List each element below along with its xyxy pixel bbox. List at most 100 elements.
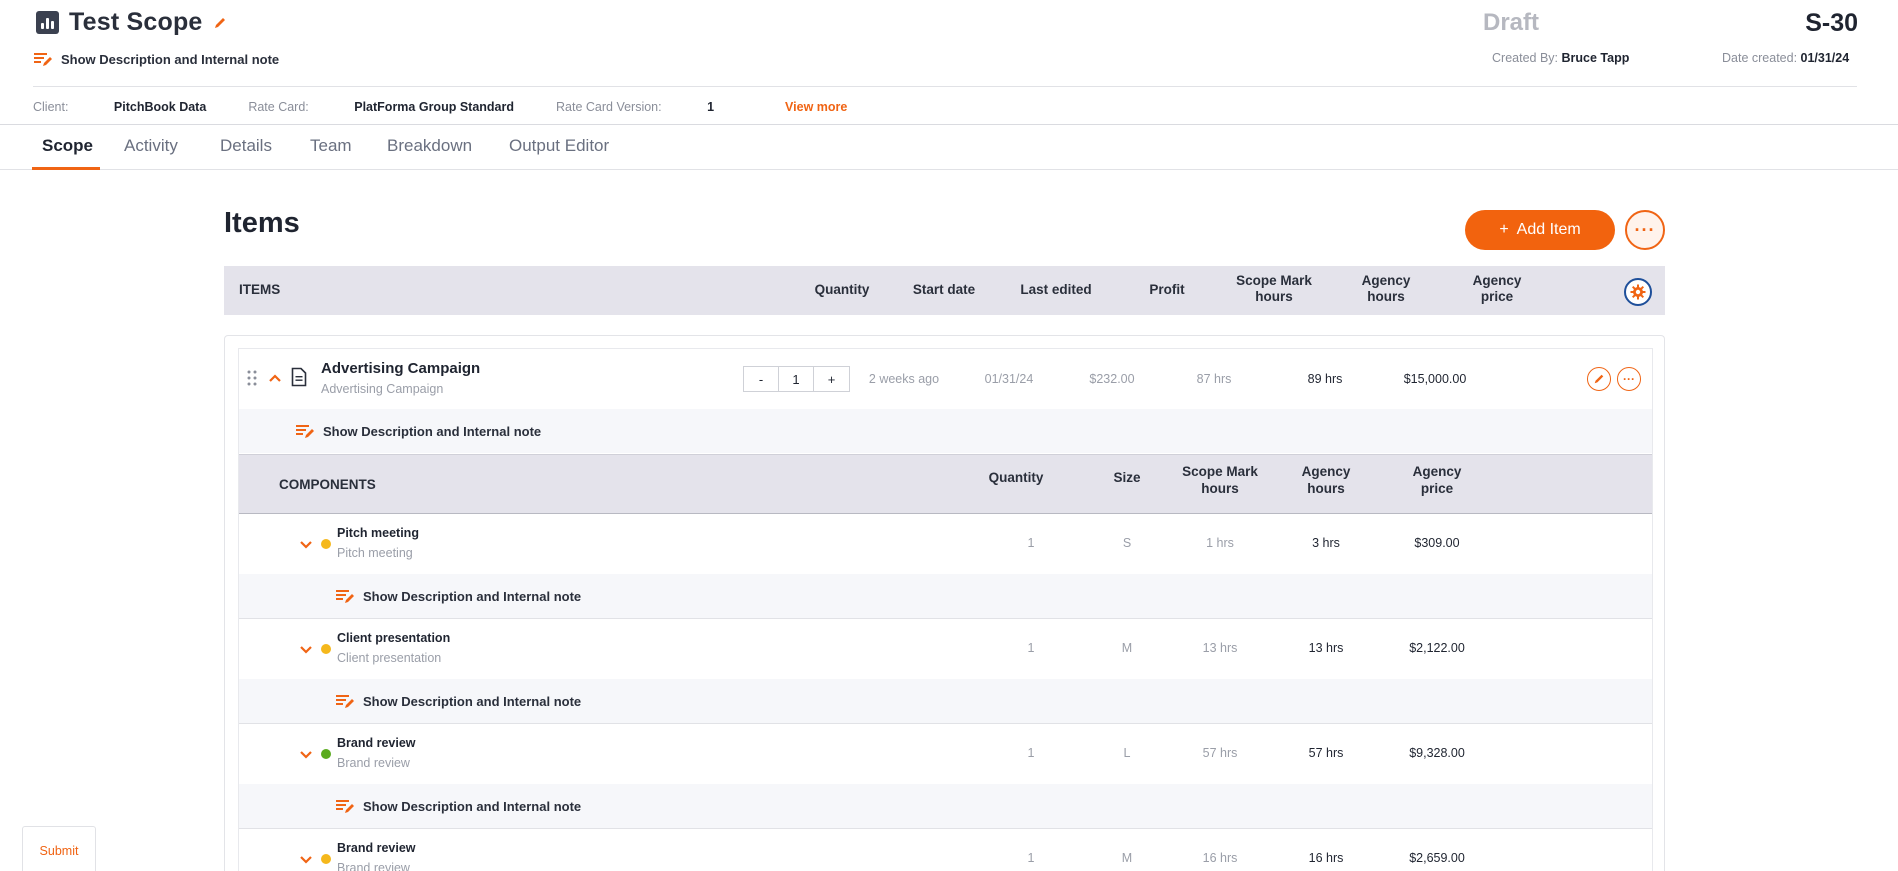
chevron-down-icon[interactable]: [299, 750, 313, 760]
component-agency-price: $309.00: [1414, 536, 1460, 550]
component-description-bar: Show Description and Internal note: [239, 679, 1652, 723]
increment-button[interactable]: +: [814, 367, 849, 391]
item-name: Advertising Campaign: [321, 360, 481, 377]
show-description-toggle[interactable]: Show Description and Internal note: [336, 798, 581, 814]
component-quantity: 1: [1027, 851, 1035, 865]
component-quantity: 1: [1027, 746, 1035, 760]
component-quantity: 1: [1027, 641, 1035, 655]
decrement-button[interactable]: -: [744, 367, 779, 391]
notes-edit-icon: [336, 590, 354, 603]
show-description-toggle[interactable]: Show Description and Internal note: [296, 423, 541, 439]
tab-team[interactable]: Team: [310, 136, 352, 156]
component-agency-price: $2,122.00: [1409, 641, 1465, 655]
more-options-button[interactable]: ···: [1625, 210, 1665, 250]
item-start-date: 2 weeks ago: [868, 372, 940, 386]
component-subtitle: Client presentation: [337, 651, 442, 665]
col-items: ITEMS: [239, 282, 281, 297]
col-agency-hours: Agency hours: [1361, 273, 1411, 304]
item-agency-hours: 89 hrs: [1307, 372, 1343, 386]
component-agency-price: $9,328.00: [1409, 746, 1465, 760]
plus-icon: +: [1499, 221, 1509, 238]
tab-activity[interactable]: Activity: [124, 136, 178, 156]
component-row: Brand review Brand review 1 L 57 hrs 57 …: [239, 724, 1652, 784]
tab-bar: Scope Activity Details Team Breakdown Ou…: [0, 125, 1898, 170]
chevron-down-icon[interactable]: [299, 645, 313, 655]
tab-scope[interactable]: Scope: [42, 136, 93, 156]
component-scope-mark-hours: 1 hrs: [1206, 536, 1234, 550]
status-dot: [321, 749, 331, 759]
show-description-label: Show Description and Internal note: [61, 51, 280, 67]
component-name: Brand review: [337, 841, 416, 855]
chevron-down-icon[interactable]: [299, 855, 313, 865]
view-more-link[interactable]: View more: [785, 100, 847, 114]
chevron-down-icon[interactable]: [299, 540, 313, 550]
col-last-edited: Last edited: [1020, 282, 1092, 297]
show-description-label: Show Description and Internal note: [323, 423, 542, 439]
col-components: COMPONENTS: [279, 477, 376, 492]
date-created: Date created: 01/31/24: [1722, 51, 1850, 65]
document-icon: [291, 367, 307, 387]
item-more-button[interactable]: ···: [1617, 367, 1641, 391]
notes-edit-icon: [336, 800, 354, 813]
divider: [33, 86, 1857, 87]
client-info: Client: PitchBook Data: [33, 100, 207, 114]
ellipsis-icon: ···: [1634, 219, 1656, 240]
component-quantity: 1: [1027, 536, 1035, 550]
quantity-stepper: - 1 +: [743, 366, 850, 392]
component-name: Client presentation: [337, 631, 451, 645]
chevron-up-icon[interactable]: [268, 373, 282, 383]
component-subtitle: Brand review: [337, 756, 410, 770]
tab-output-editor[interactable]: Output Editor: [509, 136, 609, 156]
show-description-toggle[interactable]: Show Description and Internal note: [336, 693, 581, 709]
item-scope-mark-hours: 87 hrs: [1196, 372, 1232, 386]
tab-breakdown[interactable]: Breakdown: [387, 136, 472, 156]
notes-edit-icon: [34, 53, 52, 66]
col-component-size: Size: [1113, 470, 1141, 485]
add-item-button[interactable]: + Add Item: [1465, 210, 1615, 250]
col-profit: Profit: [1149, 282, 1185, 297]
submit-button[interactable]: Submit: [22, 826, 96, 871]
scope-info-row: Client: PitchBook Data Rate Card: PlatFo…: [33, 100, 889, 114]
title-row: Test Scope: [36, 8, 227, 37]
component-description-bar: Show Description and Internal note: [239, 574, 1652, 618]
component-scope-mark-hours: 57 hrs: [1202, 746, 1238, 760]
show-description-toggle[interactable]: Show Description and Internal note: [34, 51, 279, 67]
chart-icon: [36, 11, 59, 34]
col-quantity: Quantity: [814, 282, 870, 297]
component-agency-hours: 57 hrs: [1308, 746, 1344, 760]
pencil-icon[interactable]: [213, 16, 227, 30]
col-component-scope-mark-hours: Scope Mark hours: [1182, 464, 1258, 496]
tab-details[interactable]: Details: [220, 136, 272, 156]
component-row: Client presentation Client presentation …: [239, 619, 1652, 679]
component-scope-mark-hours: 16 hrs: [1202, 851, 1238, 865]
component-row: Pitch meeting Pitch meeting 1 S 1 hrs 3 …: [239, 514, 1652, 574]
components-header: COMPONENTS Quantity Size Scope Mark hours…: [239, 454, 1652, 514]
col-scope-mark-hours: Scope Mark hours: [1236, 273, 1312, 304]
col-component-agency-price: Agency price: [1412, 464, 1462, 496]
gear-icon: [1630, 284, 1646, 300]
component-agency-hours: 13 hrs: [1308, 641, 1344, 655]
component-size: M: [1121, 851, 1133, 865]
scope-id: S-30: [1805, 9, 1858, 37]
items-table-header: ITEMS Quantity Start date Last edited Pr…: [224, 266, 1665, 315]
component-subtitle: Brand review: [337, 861, 410, 871]
show-description-toggle[interactable]: Show Description and Internal note: [336, 588, 581, 604]
notes-edit-icon: [296, 425, 314, 438]
page-title: Test Scope: [69, 8, 203, 36]
component-agency-price: $2,659.00: [1409, 851, 1465, 865]
drag-handle-icon[interactable]: [247, 370, 257, 386]
quantity-value[interactable]: 1: [779, 367, 814, 391]
item-row: Advertising Campaign Advertising Campaig…: [239, 349, 1652, 409]
component-subtitle: Pitch meeting: [337, 546, 413, 560]
status-dot: [321, 854, 331, 864]
item-last-edited: 01/31/24: [984, 372, 1034, 386]
status-dot: [321, 539, 331, 549]
scope-header: Test Scope Show Description and Internal…: [0, 0, 1898, 125]
rate-card-version-info: Rate Card Version: 1: [556, 100, 715, 114]
edit-item-button[interactable]: [1587, 367, 1611, 391]
col-component-quantity: Quantity: [988, 470, 1044, 485]
status-badge: Draft: [1483, 9, 1540, 36]
created-by: Created By: Bruce Tapp: [1492, 51, 1630, 65]
ellipsis-icon: ···: [1623, 372, 1635, 386]
column-settings-button[interactable]: [1624, 278, 1652, 306]
